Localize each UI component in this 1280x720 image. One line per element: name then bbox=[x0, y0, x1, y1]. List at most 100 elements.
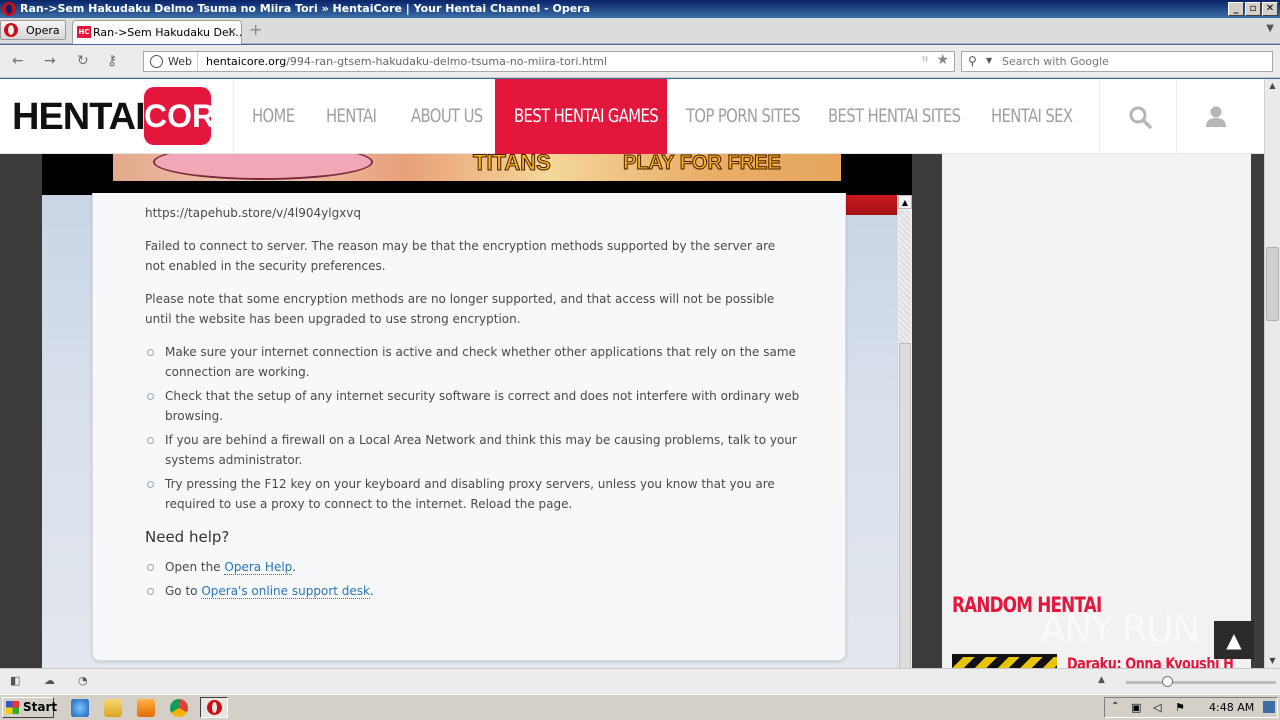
panel-toggle-icon[interactable]: ◧ bbox=[10, 675, 24, 687]
back-to-top-button[interactable]: ▲ bbox=[1214, 621, 1254, 659]
opera-menu-button[interactable]: Opera bbox=[0, 20, 66, 40]
windows-taskbar: Start ⌃ ▣ ◁ ⚑ 4:48 AM bbox=[0, 694, 1280, 720]
scroll-up-icon[interactable]: ▲ bbox=[898, 195, 912, 209]
start-button[interactable]: Start bbox=[2, 697, 58, 718]
minimize-button[interactable]: _ bbox=[1228, 2, 1244, 16]
embedded-video-frame: https://tapehub.store/v/4l904ylgxvq Fail… bbox=[42, 193, 912, 668]
error-note: Please note that some encryption methods… bbox=[145, 292, 775, 326]
help-list: Open the Opera Help. Go to Opera's onlin… bbox=[145, 557, 645, 605]
header-user-button[interactable] bbox=[1176, 79, 1252, 154]
list-item: Make sure your internet connection is ac… bbox=[145, 342, 805, 382]
chrome-icon[interactable] bbox=[170, 699, 188, 717]
page-viewport: HENTAI CORE HOME HENTAI ABOUT US BEST HE… bbox=[0, 79, 1264, 668]
url-text[interactable]: hentaicore.org/994-ran-gtsem-hakudaku-de… bbox=[206, 52, 607, 71]
banner-image: TITANS PLAY FOR FREE bbox=[113, 154, 841, 181]
opera-taskbar-button[interactable] bbox=[200, 697, 228, 718]
banner-character bbox=[153, 154, 373, 180]
header-search-button[interactable] bbox=[1099, 79, 1175, 154]
nav-top-porn-sites[interactable]: TOP PORN SITES bbox=[686, 79, 801, 154]
list-item: Open the Opera Help. bbox=[145, 557, 645, 577]
status-bar: ◧ ☁ ◔ ▲ bbox=[0, 668, 1280, 694]
new-tab-button[interactable]: + bbox=[249, 22, 265, 38]
volume-icon[interactable]: ◁ bbox=[1153, 701, 1161, 714]
url-domain: hentaicore.org bbox=[206, 55, 287, 68]
random-item-thumbnail[interactable] bbox=[952, 654, 1057, 668]
media-player-icon[interactable] bbox=[137, 699, 155, 717]
key-icon[interactable]: ⚷ bbox=[107, 53, 117, 69]
page-scrollbar[interactable]: ▲ ▼ bbox=[1264, 79, 1280, 668]
list-item: Go to Opera's online support desk. bbox=[145, 581, 645, 601]
sidebar: RANDOM HENTAI Daraku: Onna Kyoushi H bbox=[942, 154, 1251, 668]
opera-logo-icon bbox=[4, 23, 18, 37]
internet-explorer-icon[interactable] bbox=[71, 699, 89, 717]
scroll-down-icon[interactable]: ▼ bbox=[1265, 654, 1280, 668]
site-header: HENTAI CORE HOME HENTAI ABOUT US BEST HE… bbox=[0, 79, 1264, 154]
url-path: /994-ran-gtsem-hakudaku-delmo-tsuma-no-m… bbox=[286, 55, 607, 68]
nav-best-hentai-sites[interactable]: BEST HENTAI SITES bbox=[828, 79, 961, 154]
favicon-icon: HC bbox=[77, 26, 91, 38]
start-label: Start bbox=[23, 700, 58, 714]
window-title-bar: Ran->Sem Hakudaku Delmo Tsuma no Miira T… bbox=[0, 0, 1280, 18]
nav-hentai-sex[interactable]: HENTAI SEX bbox=[991, 79, 1073, 154]
tray-expand-icon[interactable]: ⌃ bbox=[1111, 701, 1119, 712]
cloud-icon[interactable]: ☁ bbox=[44, 675, 58, 687]
bookmark-star-icon[interactable]: ★ bbox=[936, 52, 949, 68]
zoom-slider-knob[interactable] bbox=[1162, 676, 1173, 687]
anyrun-watermark: ANY RUN bbox=[1040, 607, 1200, 651]
scroll-track[interactable] bbox=[899, 210, 911, 343]
flag-notification-icon[interactable]: ⚑ bbox=[1175, 701, 1185, 714]
banner-text-left: TITANS bbox=[473, 154, 552, 176]
address-toolbar: ← → ↻ ⚷ Web hentaicore.org/994-ran-gtsem… bbox=[0, 45, 1280, 78]
search-engine-dropdown-icon[interactable]: ▼ bbox=[986, 56, 992, 65]
help2-prefix: Go to bbox=[165, 584, 202, 598]
tab-active[interactable]: HC Ran->Sem Hakudaku Del... ✕ bbox=[72, 20, 242, 44]
help1-prefix: Open the bbox=[165, 560, 225, 574]
main-column: TITANS PLAY FOR FREE https://tapehub.sto… bbox=[42, 154, 912, 668]
site-info-button[interactable]: Web bbox=[144, 52, 198, 71]
error-url: https://tapehub.store/v/4l904ylgxvq bbox=[145, 206, 361, 220]
windows-flag-icon bbox=[6, 701, 19, 714]
frame-scrollbar[interactable]: ▲ bbox=[897, 195, 912, 668]
forward-icon[interactable]: → bbox=[44, 53, 56, 69]
network-icon[interactable]: ▣ bbox=[1131, 701, 1141, 714]
error-message: Failed to connect to server. The reason … bbox=[145, 239, 776, 273]
scroll-up-icon[interactable]: ▲ bbox=[1265, 79, 1280, 93]
help2-suffix: . bbox=[369, 584, 374, 598]
maximize-button[interactable]: ▫ bbox=[1245, 2, 1261, 16]
back-icon[interactable]: ← bbox=[12, 53, 24, 69]
reload-icon[interactable]: ↻ bbox=[77, 53, 89, 69]
rss-feed-icon[interactable]: ⁾⁾ bbox=[922, 54, 928, 68]
opera-help-link[interactable]: Opera Help bbox=[224, 560, 293, 575]
site-nav bbox=[233, 79, 234, 154]
user-icon bbox=[1206, 106, 1226, 127]
nav-best-hentai-games[interactable]: BEST HENTAI GAMES bbox=[514, 79, 659, 154]
support-desk-link[interactable]: Opera's online support desk bbox=[201, 584, 370, 599]
tab-close-icon[interactable]: ✕ bbox=[227, 25, 237, 39]
system-tray: ⌃ ▣ ◁ ⚑ 4:48 AM bbox=[1104, 697, 1278, 718]
troubleshooting-list: Make sure your internet connection is ac… bbox=[145, 342, 805, 518]
tab-label: Ran->Sem Hakudaku Del... bbox=[93, 26, 243, 39]
zoom-slider[interactable] bbox=[1126, 676, 1276, 687]
random-item-title[interactable]: Daraku: Onna Kyoushi H bbox=[1067, 654, 1234, 668]
nav-home[interactable]: HOME bbox=[252, 79, 295, 154]
help-heading: Need help? bbox=[145, 528, 230, 546]
nav-about-us[interactable]: ABOUT US bbox=[411, 79, 483, 154]
list-item: If you are behind a firewall on a Local … bbox=[145, 430, 805, 470]
tab-bar: Opera HC Ran->Sem Hakudaku Del... ✕ + ▼ bbox=[0, 18, 1280, 44]
speed-dial-icon[interactable]: ◔ bbox=[78, 675, 92, 687]
scroll-thumb[interactable] bbox=[1266, 247, 1279, 321]
banner-text-right: PLAY FOR FREE bbox=[623, 154, 782, 175]
logo-text-hentai: HENTAI bbox=[12, 96, 146, 138]
scroll-thumb[interactable] bbox=[899, 343, 911, 668]
opera-logo-icon bbox=[2, 2, 16, 16]
zoom-up-icon[interactable]: ▲ bbox=[1098, 675, 1105, 685]
close-button[interactable]: ✕ bbox=[1262, 2, 1278, 16]
search-field[interactable]: ⚲ ▼ Search with Google bbox=[961, 51, 1273, 72]
ad-banner[interactable]: TITANS PLAY FOR FREE bbox=[42, 154, 912, 195]
tab-list-chevron-icon[interactable]: ▼ bbox=[1266, 23, 1274, 34]
search-icon: ⚲ bbox=[968, 54, 977, 68]
folder-icon[interactable] bbox=[104, 699, 122, 717]
nav-hentai[interactable]: HENTAI bbox=[326, 79, 377, 154]
show-desktop-icon[interactable] bbox=[1263, 701, 1275, 713]
address-field[interactable]: Web hentaicore.org/994-ran-gtsem-hakudak… bbox=[143, 51, 955, 72]
